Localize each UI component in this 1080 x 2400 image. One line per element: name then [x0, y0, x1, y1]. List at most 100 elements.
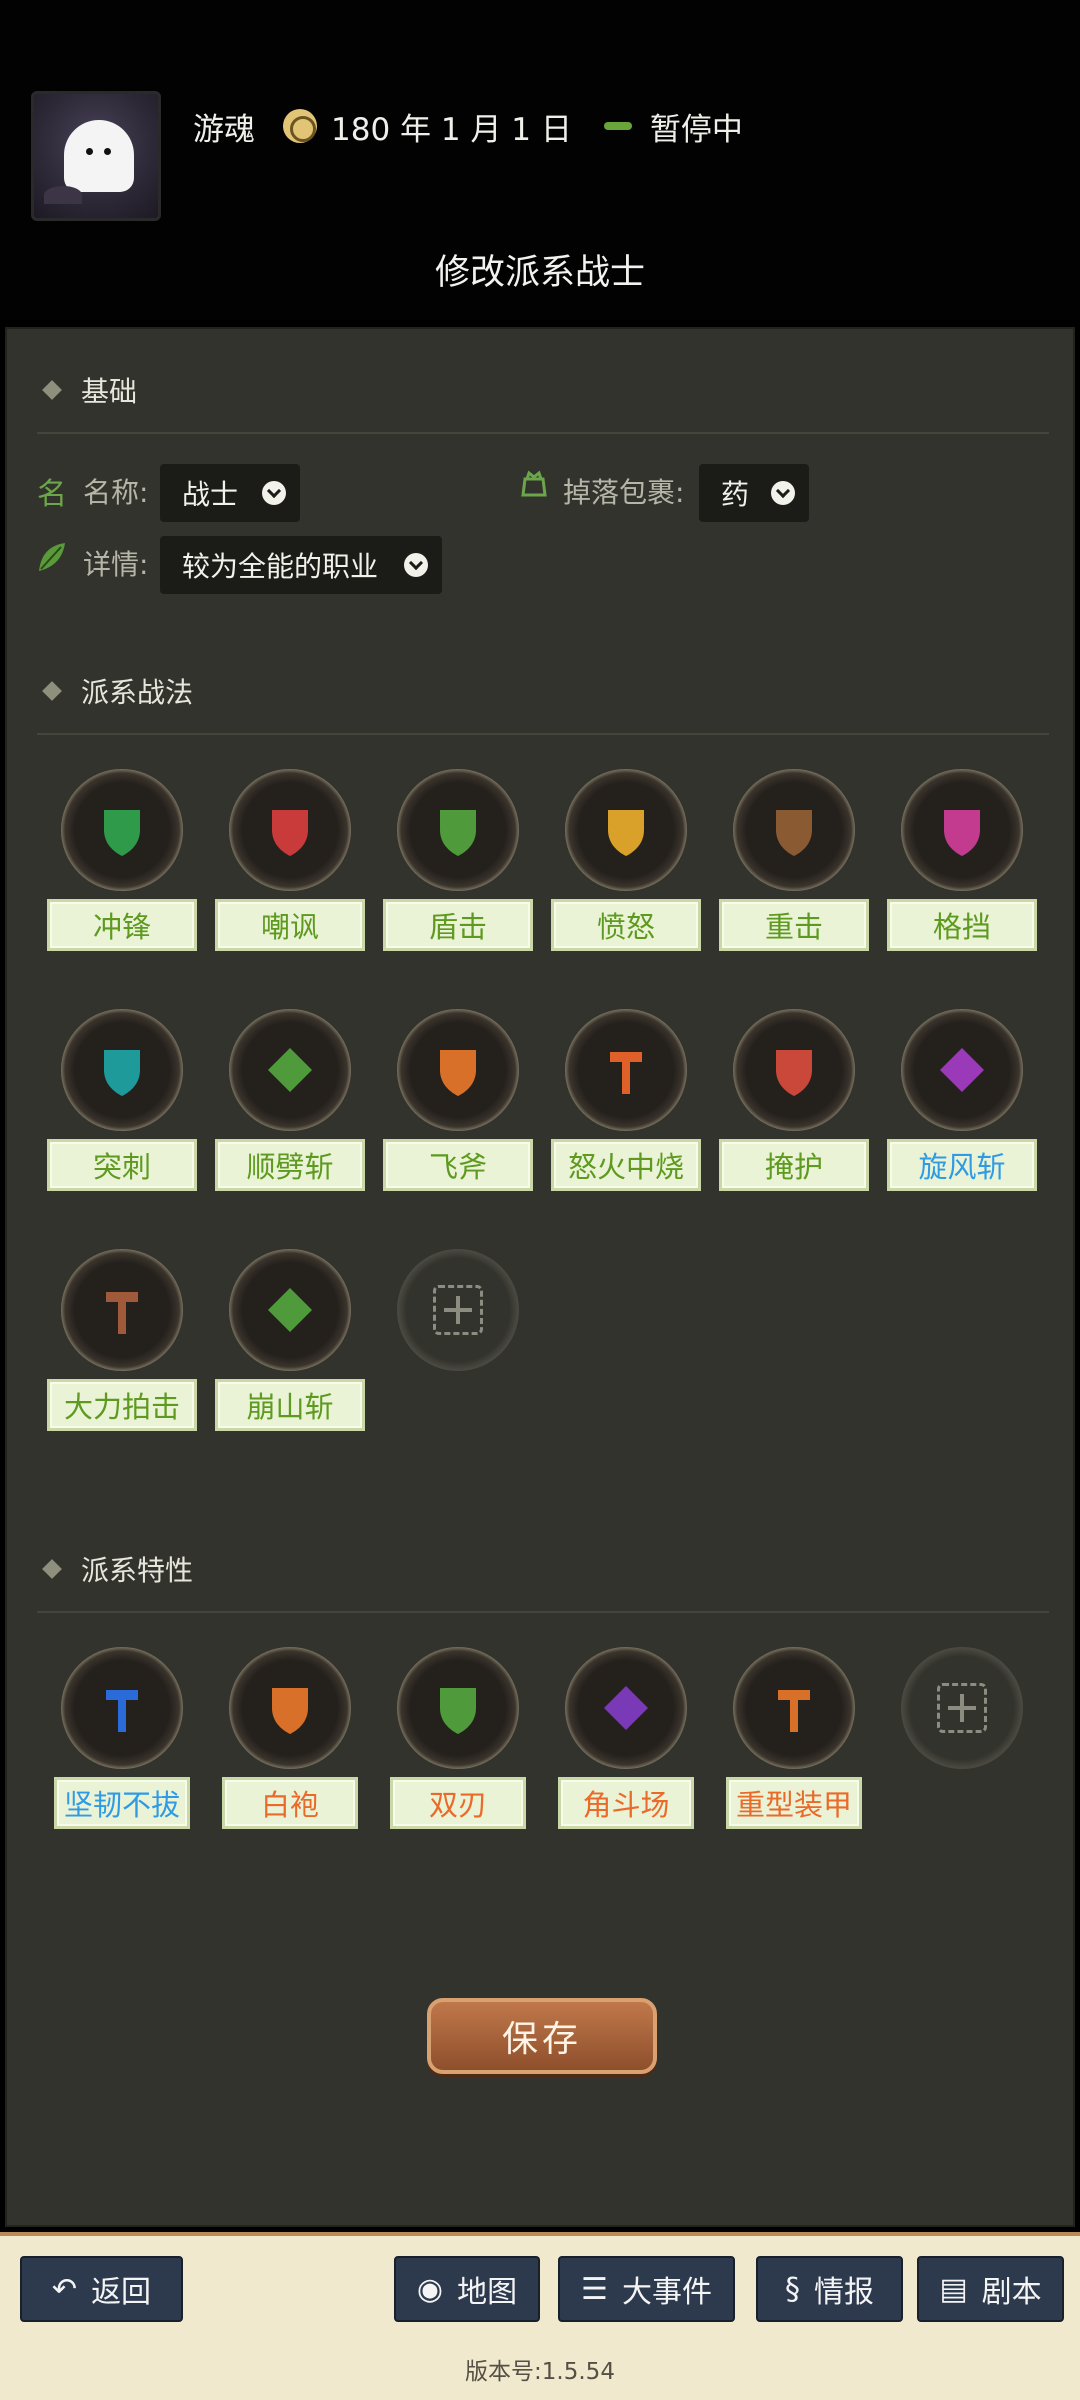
tactic-label: 突刺 [47, 1139, 197, 1191]
time-status[interactable]: 暂停中 [650, 104, 743, 149]
tactic-tile[interactable]: 崩山斩 [215, 1249, 365, 1439]
trait-tile[interactable]: 双刃 [383, 1647, 533, 1837]
trait-label: 白袍 [222, 1777, 358, 1829]
block-shield-icon-glyph [932, 800, 992, 860]
fire-rage-icon-glyph [596, 1040, 656, 1100]
leaf-icon [37, 541, 67, 581]
tactic-tile[interactable]: 大力拍击 [47, 1249, 197, 1439]
trait-tile[interactable]: 坚韧不拔 [47, 1647, 197, 1837]
tactic-tile[interactable]: 旋风斩 [887, 1009, 1037, 1199]
tactic-tile[interactable]: 掩护 [719, 1009, 869, 1199]
fist-icon-glyph [92, 1678, 152, 1738]
chevron-down-icon [262, 481, 286, 505]
heavy-armor-icon-glyph [764, 1678, 824, 1738]
save-button[interactable]: 保存 [427, 1998, 657, 2074]
add-slot-icon [397, 1249, 519, 1371]
arena-icon [565, 1647, 687, 1769]
trait-tile[interactable]: 重型装甲 [719, 1647, 869, 1837]
chevron-down-icon [771, 481, 795, 505]
script-button[interactable]: ▤ 剧本 [917, 2256, 1064, 2322]
tactic-label: 顺劈斩 [215, 1139, 365, 1191]
flying-axe-icon-glyph [428, 1040, 488, 1100]
version-text: 版本号:1.5.54 [465, 2359, 615, 2385]
tactic-tile[interactable]: 怒火中烧 [551, 1009, 701, 1199]
fist-icon [61, 1647, 183, 1769]
chevron-down-icon [404, 553, 428, 577]
fire-rage-icon [565, 1009, 687, 1131]
cleave-icon-glyph [260, 1040, 320, 1100]
page-title: 修改派系战士 [434, 253, 645, 293]
divider [37, 1611, 1049, 1613]
crossed-swords-icon-glyph [428, 1678, 488, 1738]
loot-select[interactable]: 药 [699, 464, 809, 522]
heavy-armor-icon [733, 1647, 855, 1769]
shield-stack-icon [397, 769, 519, 891]
back-button[interactable]: ↶ 返回 [20, 2256, 183, 2322]
player-name: 游魂 [193, 111, 255, 148]
cleave-icon [229, 1009, 351, 1131]
events-button[interactable]: ☰ 大事件 [558, 2256, 735, 2322]
cricket-icon [600, 118, 636, 134]
robe-icon [229, 1647, 351, 1769]
ghost-icon [64, 120, 134, 192]
tactic-label: 嘲讽 [215, 899, 365, 951]
tactic-tile[interactable]: 冲锋 [47, 769, 197, 959]
whirlwind-icon [901, 1009, 1023, 1131]
roar-icon-glyph [260, 800, 320, 860]
detail-select-value: 较为全能的职业 [182, 550, 379, 583]
tactic-tile[interactable]: 愤怒 [551, 769, 701, 959]
game-date: 180 年 1 月 1 日 [331, 111, 572, 148]
add-trait-button[interactable] [887, 1647, 1037, 1837]
tactic-tile[interactable]: 飞斧 [383, 1009, 533, 1199]
calendar-coin-icon [283, 109, 317, 143]
tactic-tile[interactable]: 盾击 [383, 769, 533, 959]
trait-label: 双刃 [390, 1777, 526, 1829]
bottom-nav: ↶ 返回 ◉ 地图 ☰ 大事件 § 情报 ▤ 剧本 版本号:1.5.54 [0, 2232, 1080, 2400]
arrow-rush-icon-glyph [92, 800, 152, 860]
compass-icon: ◉ [416, 2271, 444, 2307]
mountain-slash-icon-glyph [260, 1280, 320, 1340]
tactic-label: 大力拍击 [47, 1379, 197, 1431]
name-select[interactable]: 战士 [160, 464, 300, 522]
whirlwind-icon-glyph [932, 1040, 992, 1100]
round-shield-icon [61, 1249, 183, 1371]
bag-icon [519, 469, 549, 507]
section-tactics: 派系战法 [42, 671, 193, 711]
tactic-tile[interactable]: 突刺 [47, 1009, 197, 1199]
roar-icon [229, 769, 351, 891]
undo-arrow-icon: ↶ [51, 2271, 78, 2307]
tactic-tile[interactable]: 顺劈斩 [215, 1009, 365, 1199]
tactic-label: 飞斧 [383, 1139, 533, 1191]
trait-tile[interactable]: 白袍 [215, 1647, 365, 1837]
tactic-label: 怒火中烧 [551, 1139, 701, 1191]
back-label: 返回 [91, 2275, 152, 2310]
spear-icon-glyph [92, 1040, 152, 1100]
tactic-label: 格挡 [887, 899, 1037, 951]
trait-tile[interactable]: 角斗场 [551, 1647, 701, 1837]
intel-button[interactable]: § 情报 [756, 2256, 903, 2322]
player-avatar[interactable] [31, 91, 161, 221]
tactic-tile[interactable]: 重击 [719, 769, 869, 959]
diamond-icon [42, 681, 62, 701]
scroll-icon: § [785, 2271, 800, 2307]
hammer-icon [733, 769, 855, 891]
tactic-tile[interactable]: 嘲讽 [215, 769, 365, 959]
name-select-value: 战士 [182, 478, 239, 511]
plus-icon [937, 1683, 987, 1733]
tactic-label: 掩护 [719, 1139, 869, 1191]
map-button[interactable]: ◉ 地图 [394, 2256, 540, 2322]
add-tactic-button[interactable] [383, 1249, 533, 1439]
diamond-icon [42, 380, 62, 400]
section-traits: 派系特性 [42, 1549, 194, 1589]
diamond-icon [42, 1559, 62, 1579]
section-traits-title: 派系特性 [81, 1554, 194, 1587]
add-slot-icon [901, 1647, 1023, 1769]
name-label: 名称: [83, 476, 149, 509]
loot-label: 掉落包裹: [563, 476, 685, 509]
tactic-label: 愤怒 [551, 899, 701, 951]
trait-label: 坚韧不拔 [54, 1777, 190, 1829]
script-label: 剧本 [981, 2275, 1042, 2310]
detail-select[interactable]: 较为全能的职业 [160, 536, 442, 594]
header: 游魂 180 年 1 月 1 日 暂停中 修改派系战士 [0, 0, 1080, 320]
tactic-tile[interactable]: 格挡 [887, 769, 1037, 959]
